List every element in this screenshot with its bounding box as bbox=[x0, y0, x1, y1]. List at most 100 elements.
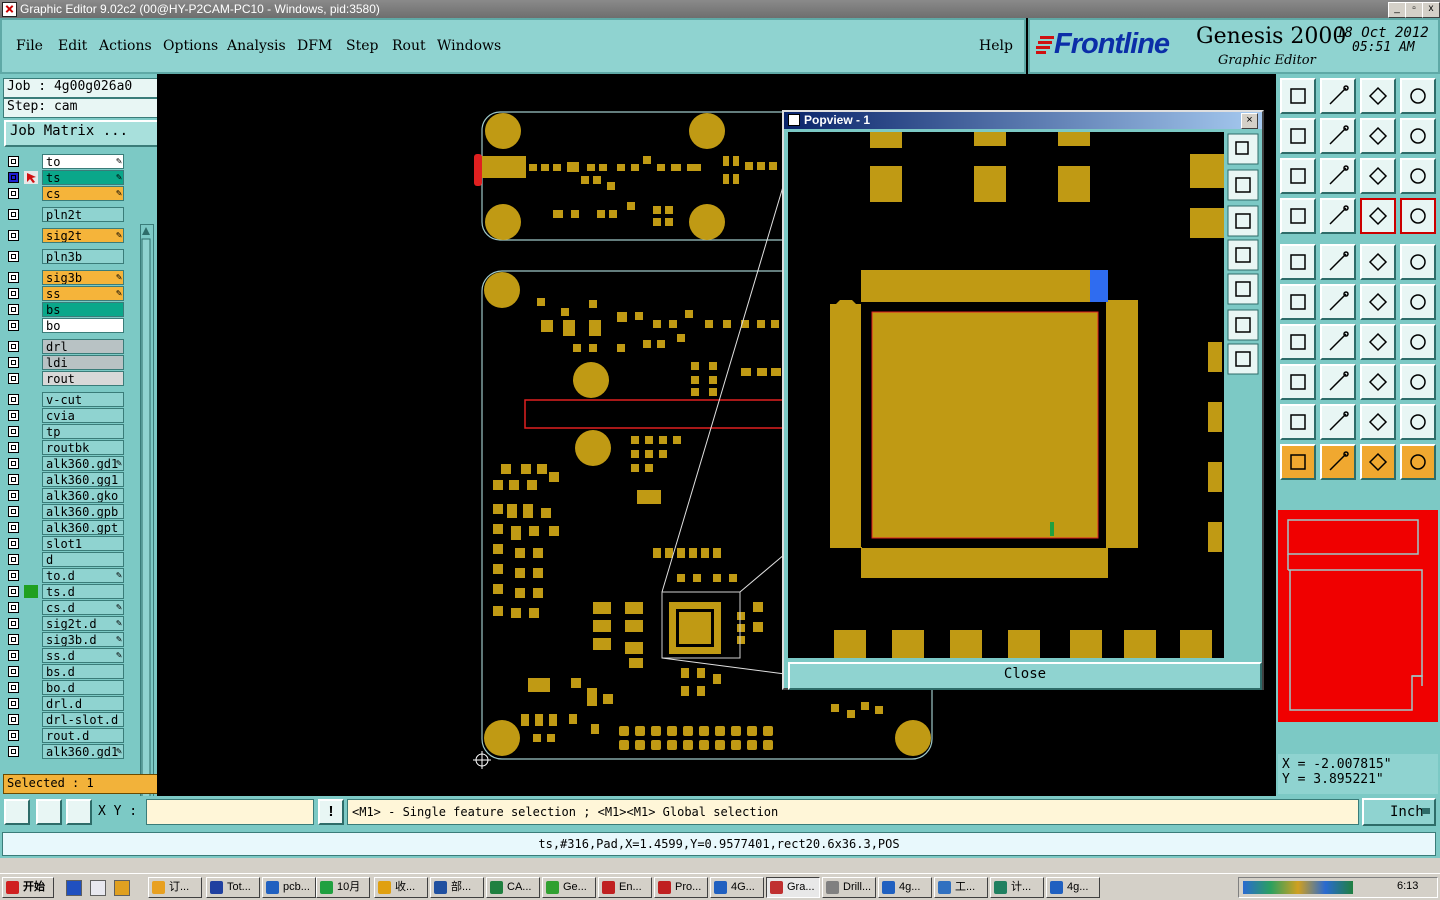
layer-row[interactable]: v-cut bbox=[4, 392, 136, 407]
close-window-button[interactable]: x bbox=[1422, 2, 1440, 18]
layer-name[interactable]: drl-slot.d bbox=[42, 712, 124, 727]
layer-name[interactable]: to.d ✎ bbox=[42, 568, 124, 583]
layer-name[interactable]: bs bbox=[42, 302, 124, 317]
layer-row[interactable]: ldi bbox=[4, 355, 136, 370]
layer-name[interactable]: sig3b ✎ bbox=[42, 270, 124, 285]
layer-row[interactable]: to ✎ bbox=[4, 154, 136, 169]
layer-row[interactable]: bs.d bbox=[4, 664, 136, 679]
quick-launch-icon[interactable] bbox=[114, 880, 130, 896]
alert-icon[interactable]: ! bbox=[318, 799, 344, 825]
layer-name[interactable]: slot1 bbox=[42, 536, 124, 551]
menu-dfm[interactable]: DFM bbox=[297, 38, 332, 54]
taskbar-item[interactable]: Ge... bbox=[542, 877, 596, 898]
menu-file[interactable]: File bbox=[16, 38, 43, 54]
layer-row[interactable]: alk360.gpb bbox=[4, 504, 136, 519]
taskbar-item[interactable]: Gra... bbox=[766, 877, 820, 898]
layer-row[interactable]: bs bbox=[4, 302, 136, 317]
center-tool-icon[interactable] bbox=[1320, 158, 1356, 194]
layer-name[interactable]: pln2t bbox=[42, 207, 124, 222]
layer-name[interactable]: cs ✎ bbox=[42, 186, 124, 201]
layer-checkbox[interactable] bbox=[8, 394, 19, 405]
layer-row[interactable]: rout bbox=[4, 371, 136, 386]
layer-checkbox[interactable] bbox=[8, 586, 19, 597]
grid-tool-icon[interactable] bbox=[1320, 198, 1356, 234]
down-tool-icon[interactable] bbox=[1320, 78, 1356, 114]
menu-rout[interactable]: Rout bbox=[392, 38, 426, 54]
scale-tool-icon[interactable] bbox=[1360, 158, 1396, 194]
circle-tool-icon[interactable] bbox=[1400, 244, 1436, 280]
layer-checkbox[interactable] bbox=[8, 209, 19, 220]
layer-row[interactable]: cs.d ✎ bbox=[4, 600, 136, 615]
layer-name[interactable]: bs.d bbox=[42, 664, 124, 679]
layer-row[interactable]: alk360.gpt bbox=[4, 520, 136, 535]
layer-name[interactable]: cs.d ✎ bbox=[42, 600, 124, 615]
layer-name[interactable]: drl.d bbox=[42, 696, 124, 711]
layer-checkbox[interactable] bbox=[8, 373, 19, 384]
units-select[interactable]: Inch bbox=[1362, 798, 1436, 826]
flip-tool-icon[interactable] bbox=[1400, 324, 1436, 360]
select3-tool-icon[interactable] bbox=[1360, 444, 1396, 480]
line-tool-icon[interactable] bbox=[1360, 284, 1396, 320]
layer-name[interactable]: rout bbox=[42, 371, 124, 386]
layer-checkbox[interactable] bbox=[8, 458, 19, 469]
layer-name[interactable]: alk360.gd1 ✎ bbox=[42, 456, 124, 471]
layer-name[interactable]: pln3b bbox=[42, 249, 124, 264]
layer-row[interactable]: alk360.gko bbox=[4, 488, 136, 503]
pad-tool-icon[interactable] bbox=[1280, 244, 1316, 280]
move-tool-icon[interactable] bbox=[1280, 364, 1316, 400]
layer-checkbox[interactable] bbox=[8, 634, 19, 645]
layer-checkbox[interactable] bbox=[8, 538, 19, 549]
layer-checkbox[interactable] bbox=[8, 188, 19, 199]
layer-name[interactable]: alk360.gpt bbox=[42, 520, 124, 535]
layer-name[interactable]: sig2t ✎ bbox=[42, 228, 124, 243]
help-tool-icon[interactable] bbox=[1400, 158, 1436, 194]
quick-launch-icon[interactable] bbox=[66, 880, 82, 896]
taskbar-item[interactable]: En... bbox=[598, 877, 652, 898]
cut-tool-icon[interactable] bbox=[1320, 364, 1356, 400]
measure-icon[interactable] bbox=[36, 799, 62, 825]
overview-map[interactable] bbox=[1278, 510, 1438, 722]
taskbar-item[interactable]: pcb... bbox=[262, 877, 316, 898]
layer-name[interactable]: sig2t.d ✎ bbox=[42, 616, 124, 631]
layer-row[interactable]: sig2t ✎ bbox=[4, 228, 136, 243]
layer-row[interactable]: drl.d bbox=[4, 696, 136, 711]
line2-tool-icon[interactable] bbox=[1400, 284, 1436, 320]
layer-row[interactable]: alk360.gg1 bbox=[4, 472, 136, 487]
popview-close-button[interactable]: Close bbox=[788, 662, 1262, 690]
layer-checkbox[interactable] bbox=[8, 554, 19, 565]
layer-row[interactable]: sig2t.d ✎ bbox=[4, 616, 136, 631]
layer-row[interactable]: slot1 bbox=[4, 536, 136, 551]
taskbar-item[interactable]: 计... bbox=[990, 877, 1044, 898]
zoom-box-icon[interactable] bbox=[4, 799, 30, 825]
ruler-tool-icon[interactable] bbox=[1360, 244, 1396, 280]
layer-row[interactable]: pln2t bbox=[4, 207, 136, 222]
layer-row[interactable]: sig3b ✎ bbox=[4, 270, 136, 285]
layer-row[interactable]: d bbox=[4, 552, 136, 567]
layer-name[interactable]: drl bbox=[42, 339, 124, 354]
taskbar-item[interactable]: CA... bbox=[486, 877, 540, 898]
window-title-bar[interactable]: Graphic Editor 9.02c2 (00@HY-P2CAM-PC10 … bbox=[0, 0, 1440, 18]
layer-row[interactable]: cs ✎ bbox=[4, 186, 136, 201]
layer-row[interactable]: rout.d bbox=[4, 728, 136, 743]
menu-actions[interactable]: Actions bbox=[99, 38, 152, 54]
layer-name[interactable]: ts ✎ bbox=[42, 170, 124, 185]
menu-analysis[interactable]: Analysis bbox=[227, 38, 286, 54]
layer-checkbox[interactable] bbox=[8, 288, 19, 299]
layer-row[interactable]: sig3b.d ✎ bbox=[4, 632, 136, 647]
layer-checkbox[interactable] bbox=[8, 156, 19, 167]
layer-checkbox[interactable] bbox=[8, 618, 19, 629]
layer-list-scrollbar[interactable] bbox=[140, 224, 154, 844]
popview-close-x-button[interactable]: × bbox=[1241, 113, 1258, 129]
layer-name[interactable]: tp bbox=[42, 424, 124, 439]
layers2-tool-icon[interactable] bbox=[1400, 198, 1436, 234]
layer-row[interactable]: pln3b bbox=[4, 249, 136, 264]
layer-checkbox[interactable] bbox=[8, 442, 19, 453]
fit-tool-icon[interactable] bbox=[1280, 158, 1316, 194]
taskbar-item[interactable]: 4g... bbox=[1046, 877, 1100, 898]
cross-tool-icon[interactable] bbox=[1320, 284, 1356, 320]
layer-name[interactable]: to ✎ bbox=[42, 154, 124, 169]
tri2-tool-icon[interactable] bbox=[1320, 404, 1356, 440]
layer-checkbox[interactable] bbox=[8, 474, 19, 485]
layer-checkbox[interactable] bbox=[8, 304, 19, 315]
rotate-tool-icon[interactable] bbox=[1400, 364, 1436, 400]
